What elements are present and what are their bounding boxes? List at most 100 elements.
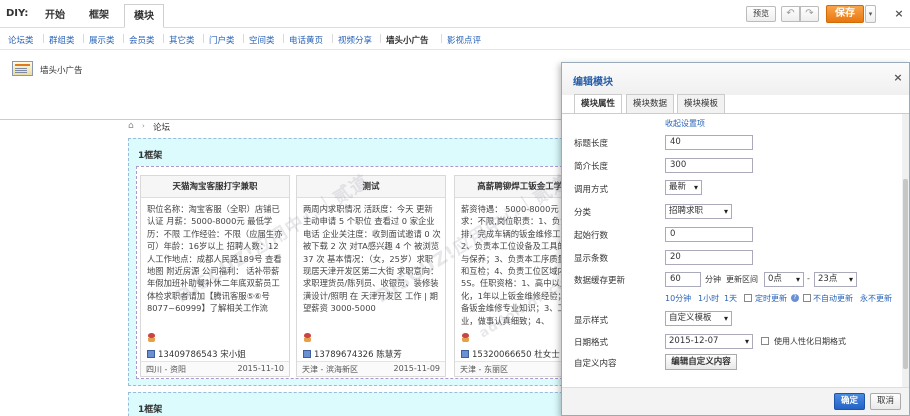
timed-update-checkbox[interactable] [744,294,752,302]
card-title[interactable]: 测试 [297,176,445,198]
subnav-item-showcase[interactable]: 展示类 [89,34,115,46]
redo-icon[interactable]: ↷ [800,6,819,22]
subnav-item-group[interactable]: 群组类 [49,34,75,46]
subnav-item-member[interactable]: 会员类 [129,34,155,46]
tab-frame[interactable]: 框架 [80,4,118,28]
title-length-input[interactable]: 40 [665,135,753,150]
diy-frame[interactable]: 1框架 [128,392,598,416]
dialog-scrollbar[interactable] [902,114,909,388]
user-icon [461,333,470,342]
call-mode-label: 调用方式 [574,185,609,195]
no-auto-update-link[interactable]: 不自动更新 [813,293,853,304]
display-count-label: 显示条数 [574,254,609,264]
subnav-item-wall-ad[interactable]: 墙头小广告 [386,34,429,46]
call-mode-select[interactable]: 最新 [665,180,702,195]
preview-button[interactable]: 预览 [746,6,776,22]
custom-content-label: 自定义内容 [574,359,617,369]
dialog-title: 编辑模块 [573,77,613,88]
wall-ad-module-icon[interactable] [12,61,33,76]
breadcrumb[interactable]: 论坛 [153,121,170,133]
range-dash: - [807,274,810,283]
date-format-label: 日期格式 [574,338,609,348]
timed-update-link[interactable]: 定时更新 [755,293,787,304]
card-location: 天津 - 东丽区 [460,365,508,374]
card-location: 四川 - 资阳 [146,365,186,374]
card-date: 2015-11-10 [237,364,285,373]
edit-custom-content-button[interactable]: 编辑自定义内容 [665,354,737,370]
display-count-input[interactable]: 20 [665,250,753,265]
help-icon[interactable]: ? [791,294,799,302]
title-length-label: 标题长度 [574,139,609,149]
dialog-header: 编辑模块 × [562,63,909,95]
start-row-input[interactable]: 0 [665,227,753,242]
collapse-settings-link[interactable]: 收起设置项 [665,118,705,129]
user-icon [147,333,156,342]
category-select[interactable]: 招聘求职 [665,204,732,219]
diy-toolbar: DIY: 开始 框架 模块 预览 ↶ ↷ 保存 ▾ × [0,0,910,28]
user-icon [303,333,312,342]
quick-1-day-link[interactable]: 1天 [724,293,737,304]
edit-module-dialog: 编辑模块 × 模块属性 模块数据 模块模板 收起设置项 标题长度 40 简介长度… [561,62,910,416]
save-button[interactable]: 保存 [826,5,864,23]
tab-module[interactable]: 模块 [124,4,164,28]
humanize-date-checkbox[interactable] [761,337,769,345]
display-style-select[interactable]: 自定义模板 [665,311,732,326]
card-contact: 15320066650 杜女士 [472,350,560,360]
close-icon[interactable]: × [892,72,904,84]
subnav-divider: | [122,34,125,44]
phone-icon [461,350,469,358]
update-from-select[interactable]: 0点 [764,272,804,287]
ad-card[interactable]: 天猫淘宝客服打字兼职 职位名称：淘宝客服（全职）店铺已认证 月薪：5000-80… [140,175,290,377]
subnav-divider: | [202,34,205,44]
close-icon[interactable]: × [893,8,905,20]
cache-update-label: 数据缓存更新 [574,276,626,286]
card-footer: 四川 - 资阳 2015-11-10 [141,361,289,376]
summary-length-label: 简介长度 [574,162,609,172]
quick-10-minutes-link[interactable]: 10分钟 [665,293,691,304]
card-date: 2015-11-09 [393,364,441,373]
phone-icon [147,350,155,358]
card-title[interactable]: 天猫淘宝客服打字兼职 [141,176,289,198]
module-category-nav: 论坛类 | 群组类 | 展示类 | 会员类 | 其它类 | 门户类 | 空间类 … [0,28,910,50]
subnav-item-yellowpages[interactable]: 电话黄页 [289,34,323,46]
wall-ad-module-label[interactable]: 墙头小广告 [40,64,83,76]
date-format-select[interactable]: 2015-12-07 [665,334,753,349]
subnav-item-portal[interactable]: 门户类 [209,34,235,46]
subnav-item-space[interactable]: 空间类 [249,34,275,46]
subnav-divider: | [242,34,245,44]
subnav-item-movie-review[interactable]: 影视点评 [447,34,481,46]
cancel-button[interactable]: 取消 [870,393,901,410]
tab-start[interactable]: 开始 [36,4,74,28]
subnav-item-forum[interactable]: 论坛类 [8,34,34,46]
update-to-select[interactable]: 23点 [814,272,857,287]
phone-icon [303,350,311,358]
tab-module-data[interactable]: 模块数据 [626,94,675,114]
scrollbar-thumb[interactable] [903,179,908,369]
subnav-divider: | [282,34,285,44]
subnav-item-video[interactable]: 视频分享 [338,34,372,46]
subnav-divider: | [379,34,382,44]
quick-1-hour-link[interactable]: 1小时 [698,293,719,304]
subnav-divider: | [440,34,443,44]
display-style-label: 显示样式 [574,316,609,326]
card-footer: 天津 - 滨海新区 2015-11-09 [297,361,445,376]
subnav-item-other[interactable]: 其它类 [169,34,195,46]
undo-icon[interactable]: ↶ [781,6,800,22]
tab-module-template[interactable]: 模块模板 [677,94,726,114]
ad-card[interactable]: 测试 两周内求职情况 活跃度：今天 更新 主动申请 5 个职位 查看过 0 家企… [296,175,446,377]
update-range-label: 更新区间 [726,275,758,284]
tab-divider [562,113,909,114]
cache-minutes-input[interactable]: 60 [665,272,701,287]
tab-module-properties[interactable]: 模块属性 [574,94,623,114]
ok-button[interactable]: 确定 [834,393,865,410]
card-contact: 13789674326 陈慧芳 [314,350,402,360]
diy-label: DIY: [6,8,29,19]
save-menu-icon[interactable]: ▾ [865,5,876,23]
no-auto-update-checkbox[interactable] [803,294,811,302]
frame-title: 1框架 [138,151,163,161]
home-icon[interactable]: ⌂ [128,121,134,131]
never-update-link[interactable]: 永不更新 [860,293,892,304]
start-row-label: 起始行数 [574,231,609,241]
card-body: 两周内求职情况 活跃度：今天 更新 主动申请 5 个职位 查看过 0 家企业电话… [303,204,441,314]
summary-length-input[interactable]: 300 [665,158,753,173]
